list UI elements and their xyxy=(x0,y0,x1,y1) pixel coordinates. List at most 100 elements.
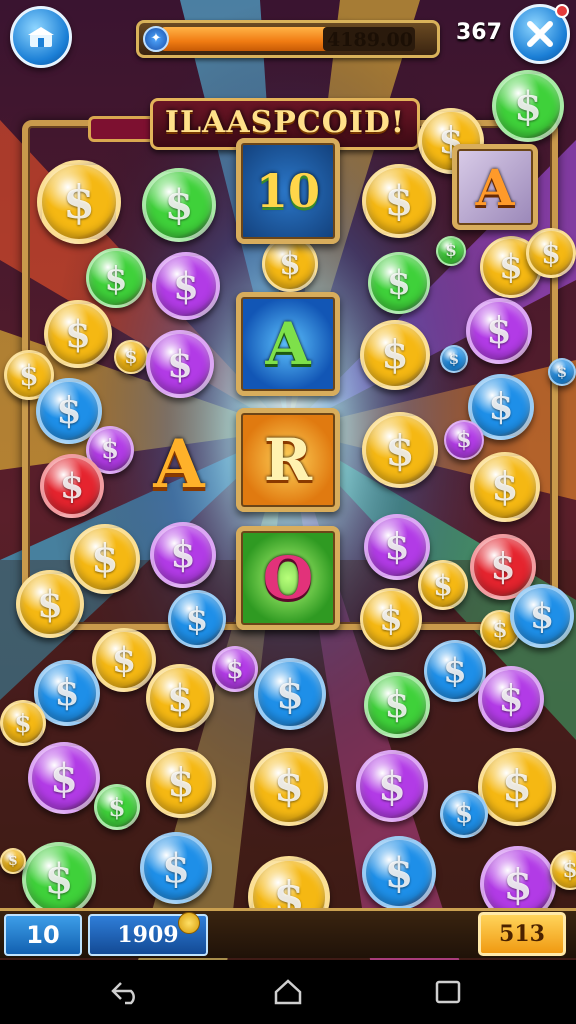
coin-symbol: $ xyxy=(492,617,508,643)
coin-symbol: $ xyxy=(448,350,460,368)
coin-icon xyxy=(178,912,200,934)
gold-coin[interactable]: $ xyxy=(362,412,438,488)
coin-symbol: $ xyxy=(503,859,533,909)
tile-letter-r[interactable]: R xyxy=(236,408,340,512)
gold-coin[interactable]: $ xyxy=(418,560,468,610)
shop-icon xyxy=(28,27,54,47)
coin-symbol: $ xyxy=(164,181,194,229)
coin-symbol: $ xyxy=(162,844,190,892)
coin-symbol: $ xyxy=(387,263,411,303)
tile-letter-a[interactable]: A xyxy=(236,292,340,396)
blue-coin[interactable]: $ xyxy=(168,590,226,648)
purple-coin[interactable]: $ xyxy=(356,750,428,822)
shop-button[interactable] xyxy=(10,6,72,68)
back-button[interactable] xyxy=(96,970,156,1014)
blue-coin[interactable]: $ xyxy=(140,832,212,904)
purple-coin[interactable]: $ xyxy=(212,646,258,692)
gold-coin[interactable]: $ xyxy=(470,452,540,522)
coin-symbol: $ xyxy=(8,853,18,869)
gold-coin[interactable]: $ xyxy=(250,748,328,826)
coin-symbol: $ xyxy=(170,534,196,576)
coin-symbol: $ xyxy=(556,363,568,381)
purple-coin[interactable]: $ xyxy=(466,298,532,364)
tile-ten[interactable]: 10 xyxy=(236,138,340,244)
blue-coin[interactable]: $ xyxy=(424,640,486,702)
gold-coin[interactable]: $ xyxy=(360,320,430,390)
gold-coin[interactable]: $ xyxy=(362,164,436,238)
purple-coin[interactable]: $ xyxy=(364,514,430,580)
coin-symbol: $ xyxy=(167,760,195,806)
gold-coin[interactable]: $ xyxy=(262,236,318,292)
green-coin[interactable]: $ xyxy=(94,784,140,830)
coin-symbol: $ xyxy=(562,857,576,883)
gold-coin[interactable]: $ xyxy=(70,524,140,594)
recents-button[interactable] xyxy=(418,970,478,1014)
blue-coin[interactable]: $ xyxy=(362,836,436,910)
purple-coin[interactable]: $ xyxy=(152,252,220,320)
blue-coin[interactable]: $ xyxy=(254,658,326,730)
blue-coin[interactable]: $ xyxy=(440,345,468,373)
green-coin[interactable]: $ xyxy=(368,252,430,314)
green-coin[interactable]: $ xyxy=(142,168,216,242)
gold-coin[interactable]: $ xyxy=(478,748,556,826)
coin-symbol: $ xyxy=(226,654,244,684)
purple-coin[interactable]: $ xyxy=(444,420,484,460)
coin-symbol: $ xyxy=(454,799,474,829)
coin-symbol: $ xyxy=(384,526,410,568)
gold-coin[interactable]: $ xyxy=(360,588,422,650)
coin-symbol: $ xyxy=(185,600,209,638)
coin-symbol: $ xyxy=(490,546,516,588)
level-counter: 367 xyxy=(456,20,502,45)
loose-letter-a[interactable]: A xyxy=(144,424,214,504)
green-coin[interactable]: $ xyxy=(86,248,146,308)
diamond-icon: ✦ xyxy=(143,26,169,52)
coin-symbol: $ xyxy=(378,762,406,810)
coin-symbol: $ xyxy=(111,639,137,681)
coin-symbol: $ xyxy=(14,708,32,738)
coin-symbol: $ xyxy=(381,332,409,378)
gold-coin[interactable]: $ xyxy=(44,300,112,368)
tile-letter-o[interactable]: O xyxy=(236,526,340,630)
green-coin[interactable]: $ xyxy=(22,842,96,916)
coin-symbol: $ xyxy=(124,346,138,368)
coin-symbol: $ xyxy=(167,676,193,720)
coin-symbol: $ xyxy=(384,684,410,726)
bet-amount[interactable]: 10 xyxy=(4,914,82,956)
purple-coin[interactable]: $ xyxy=(28,742,100,814)
tile-letter-a-corner[interactable]: A xyxy=(452,144,538,230)
win-amount[interactable]: 513 xyxy=(478,912,566,956)
gold-coin[interactable]: $ xyxy=(0,700,46,746)
coin-symbol: $ xyxy=(100,435,120,465)
coin-symbol: $ xyxy=(44,855,74,903)
gold-coin[interactable]: $ xyxy=(146,748,216,818)
blue-coin[interactable]: $ xyxy=(440,790,488,838)
gold-coin[interactable]: $ xyxy=(16,570,84,638)
coin-symbol: $ xyxy=(65,312,91,356)
blue-coin[interactable]: $ xyxy=(510,584,574,648)
coin-symbol: $ xyxy=(498,678,524,720)
coin-symbol: $ xyxy=(37,582,63,626)
red-coin[interactable]: $ xyxy=(40,454,104,518)
coin-symbol: $ xyxy=(379,599,403,639)
gold-coin[interactable]: $ xyxy=(92,628,156,692)
green-coin[interactable]: $ xyxy=(492,70,564,142)
coin-symbol: $ xyxy=(167,342,193,386)
gold-coin[interactable]: $ xyxy=(37,160,121,244)
coin-symbol: $ xyxy=(488,386,514,428)
coin-symbol: $ xyxy=(491,464,519,510)
home-button[interactable] xyxy=(258,970,318,1014)
gold-coin[interactable]: $ xyxy=(0,848,26,874)
coin-symbol: $ xyxy=(54,672,80,714)
back-arrow-icon xyxy=(111,982,135,1005)
purple-coin[interactable]: $ xyxy=(478,666,544,732)
notification-dot xyxy=(555,4,569,18)
purple-coin[interactable]: $ xyxy=(146,330,214,398)
green-coin[interactable]: $ xyxy=(436,236,466,266)
purple-coin[interactable]: $ xyxy=(150,522,216,588)
green-coin[interactable]: $ xyxy=(364,672,430,738)
blue-coin[interactable]: $ xyxy=(548,358,576,386)
gold-coin[interactable]: $ xyxy=(146,664,214,732)
balance-fill xyxy=(161,27,329,51)
gold-coin[interactable]: $ xyxy=(526,228,576,278)
gold-coin[interactable]: $ xyxy=(114,340,148,374)
